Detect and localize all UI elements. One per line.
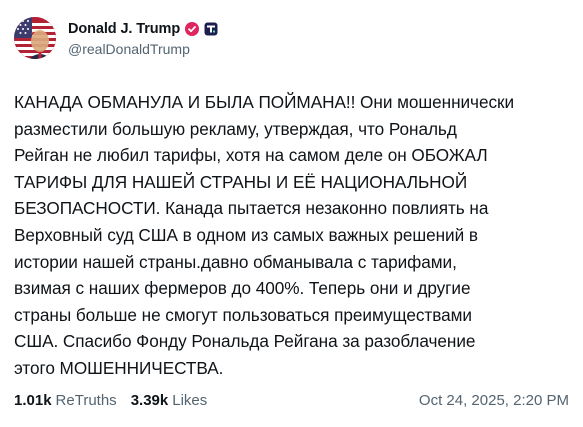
verified-badge-icon: [185, 22, 200, 36]
likes-count[interactable]: 3.39k: [131, 392, 169, 409]
display-name[interactable]: Donald J. Trump: [68, 21, 180, 37]
name-row: Donald J. Trump: [68, 19, 218, 39]
truth-social-logo-icon: [204, 22, 218, 36]
author-handle[interactable]: @realDonaldTrump: [68, 41, 218, 57]
retruths-label[interactable]: ReTruths: [56, 392, 117, 409]
avatar[interactable]: [14, 17, 56, 59]
post-footer: 1.01k ReTruths 3.39k Likes Oct 24, 2025,…: [14, 392, 569, 409]
author-identity: Donald J. Trump @realDonaldTrump: [68, 19, 218, 57]
flag-portrait-icon: [14, 17, 56, 59]
post-timestamp[interactable]: Oct 24, 2025, 2:20 PM: [419, 392, 569, 409]
likes-label[interactable]: Likes: [172, 392, 207, 409]
retruths-count[interactable]: 1.01k: [14, 392, 52, 409]
post-header: Donald J. Trump @realDonaldTrump: [14, 14, 569, 62]
post-body-text: КАНАДА ОБМАНУЛА И БЫЛА ПОЙМАНА!! Они мош…: [14, 92, 515, 378]
post-card: Donald J. Trump @realDonaldTrump КАНАДА …: [0, 0, 583, 427]
